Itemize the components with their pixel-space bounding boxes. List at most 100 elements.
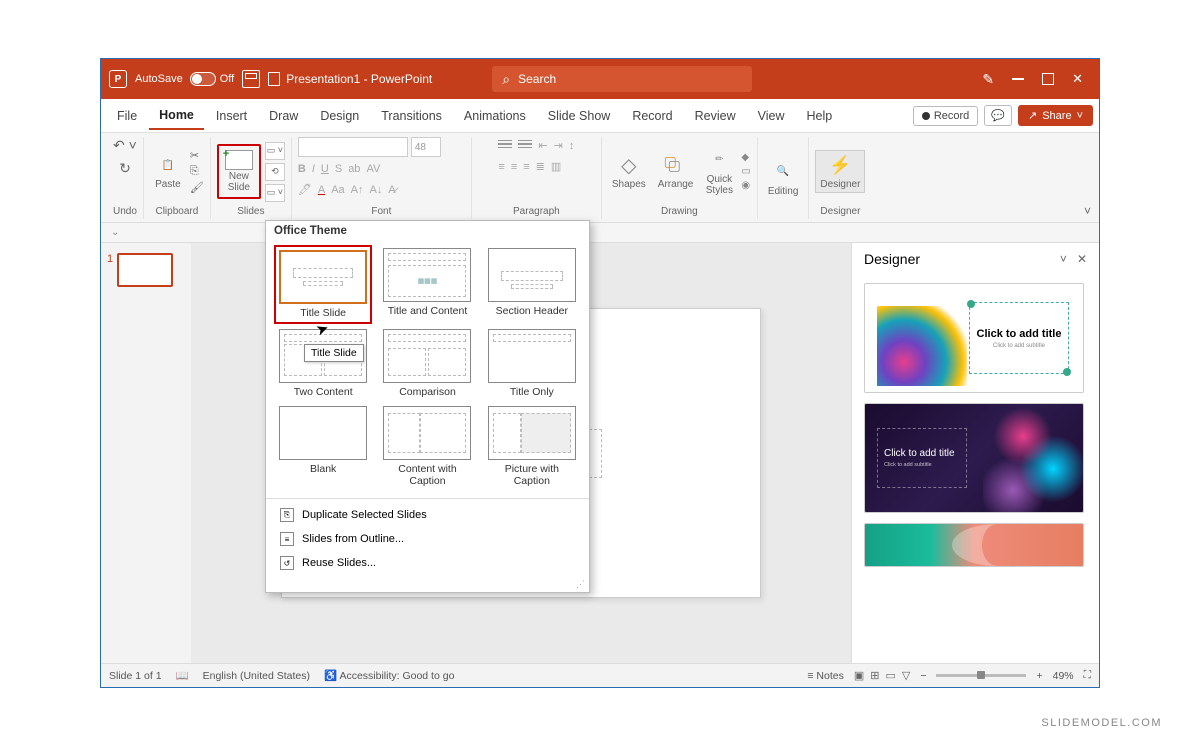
reset-button[interactable]: ⟲ (265, 163, 285, 181)
ribbon-collapse-button[interactable]: ˅ (1084, 204, 1091, 218)
menu-animations[interactable]: Animations (454, 103, 536, 129)
workarea: 1 title Designer ˅ ✕ Click to ad (101, 243, 1099, 663)
shapes-label: Shapes (612, 179, 646, 190)
duplicate-slides-action[interactable]: ⎘Duplicate Selected Slides (266, 503, 589, 527)
design-idea-3[interactable] (864, 523, 1084, 567)
designer-collapse-icon[interactable]: ˅ (1060, 252, 1067, 266)
undo-icon[interactable]: ↶ ˅ (113, 137, 137, 154)
spellcheck-icon[interactable]: 📖 (176, 669, 189, 682)
notes-button[interactable]: ≡ Notes (807, 670, 843, 682)
accessibility-indicator[interactable]: ♿ Accessibility: Good to go (324, 669, 454, 682)
cut-icon[interactable]: ✂ (190, 149, 204, 162)
new-slide-button[interactable]: New Slide (221, 148, 257, 195)
design-idea-2[interactable]: Click to add title Click to add subtitle (864, 403, 1084, 513)
design-idea-1[interactable]: Click to add title Click to add subtitle (864, 283, 1084, 393)
layout-section-header[interactable]: Section Header (483, 245, 581, 324)
menu-draw[interactable]: Draw (259, 103, 308, 129)
font-name-input[interactable] (298, 137, 408, 157)
font-color-button[interactable]: A (318, 184, 325, 196)
align-left-button[interactable]: ≡ (498, 161, 504, 173)
shadow-button[interactable]: ab (348, 163, 360, 175)
numbering-button[interactable] (518, 140, 532, 152)
menu-insert[interactable]: Insert (206, 103, 257, 129)
menu-help[interactable]: Help (796, 103, 842, 129)
zoom-level[interactable]: 49% (1053, 670, 1074, 682)
underline-button[interactable]: U (321, 163, 329, 175)
layout-title-only[interactable]: Title Only (483, 326, 581, 401)
italic-button[interactable]: I (312, 163, 315, 175)
autosave-toggle[interactable]: AutoSave Off (135, 72, 234, 86)
bold-button[interactable]: B (298, 163, 306, 175)
save-icon[interactable] (242, 70, 260, 88)
zoom-slider[interactable] (936, 674, 1026, 677)
designer-button[interactable]: Designer (815, 150, 865, 193)
format-painter-icon[interactable]: 🖌 (190, 181, 204, 194)
indent-inc-button[interactable]: ⇥ (554, 139, 563, 152)
toggle-switch[interactable] (190, 72, 216, 86)
slides-from-outline-action[interactable]: ≡Slides from Outline... (266, 527, 589, 551)
case-button[interactable]: Aa (331, 184, 344, 196)
align-center-button[interactable]: ≡ (511, 161, 517, 173)
fit-button[interactable]: ⛶ (1084, 669, 1091, 682)
menu-home[interactable]: Home (149, 102, 204, 130)
designer-close-icon[interactable]: ✕ (1077, 252, 1087, 266)
shapes-button[interactable]: Shapes (608, 151, 650, 192)
minimize-button[interactable] (1012, 78, 1024, 80)
layout-title-slide[interactable]: Title Slide (274, 245, 372, 324)
highlight-button[interactable]: 🖊 (298, 183, 312, 196)
layout-content-caption[interactable]: Content with Caption (378, 403, 476, 490)
resize-grip[interactable]: ⋰ (266, 579, 589, 592)
paste-button[interactable]: 📋 Paste (150, 151, 186, 192)
quick-styles-button[interactable]: ✏Quick Styles (701, 146, 737, 198)
clear-format-button[interactable]: A̷ (388, 184, 395, 196)
toolstrip-chevron[interactable]: ⌄ (111, 227, 119, 238)
layout-comparison[interactable]: Comparison (378, 326, 476, 401)
comments-button[interactable]: 💬 (984, 105, 1012, 126)
align-right-button[interactable]: ≡ (523, 161, 529, 173)
menu-file[interactable]: File (107, 103, 147, 129)
spacing-button[interactable]: AV (366, 163, 380, 175)
normal-view-button[interactable]: ▣ (854, 669, 864, 682)
close-button[interactable] (1072, 71, 1083, 87)
search-bar[interactable]: Search (492, 66, 752, 92)
layout-blank[interactable]: Blank (274, 403, 372, 490)
zoom-in-button[interactable]: + (1036, 670, 1042, 682)
redo-icon[interactable]: ↻ (119, 160, 131, 177)
menu-review[interactable]: Review (685, 103, 746, 129)
pen-icon[interactable] (982, 71, 994, 88)
menu-record[interactable]: Record (622, 103, 682, 129)
indent-dec-button[interactable]: ⇤ (538, 139, 547, 152)
slide-thumbnail-1[interactable] (117, 253, 173, 287)
maximize-button[interactable] (1042, 73, 1054, 85)
grow-font-button[interactable]: A↑ (351, 184, 364, 196)
share-button[interactable]: ↗ Share ˅ (1018, 105, 1093, 126)
menu-design[interactable]: Design (310, 103, 369, 129)
shape-outline-button[interactable]: ▭ (741, 166, 750, 177)
font-size-input[interactable]: 48 (411, 137, 441, 157)
sorter-view-button[interactable]: ⊞ (870, 669, 879, 682)
reading-view-button[interactable]: ▭ (885, 669, 895, 682)
shrink-font-button[interactable]: A↓ (370, 184, 383, 196)
menu-view[interactable]: View (748, 103, 795, 129)
bullets-button[interactable] (498, 140, 512, 152)
menu-transitions[interactable]: Transitions (371, 103, 452, 129)
language-indicator[interactable]: English (United States) (203, 670, 310, 682)
layout-picture-caption[interactable]: Picture with Caption (483, 403, 581, 490)
layout-title-content[interactable]: ▦▦▦ Title and Content (378, 245, 476, 324)
editing-button[interactable]: 🔍Editing (764, 158, 803, 199)
copy-icon[interactable]: ⎘ (190, 165, 204, 178)
section-button[interactable]: ▭ ˅ (265, 184, 285, 202)
shape-effects-button[interactable]: ◉ (741, 180, 750, 191)
menu-slideshow[interactable]: Slide Show (538, 103, 621, 129)
reuse-slides-action[interactable]: ↺Reuse Slides... (266, 551, 589, 575)
slideshow-view-button[interactable]: ▽ (902, 669, 910, 682)
strike-button[interactable]: S (335, 163, 342, 175)
justify-button[interactable]: ≣ (536, 160, 545, 173)
zoom-out-button[interactable]: − (920, 670, 926, 682)
arrange-button[interactable]: Arrange (654, 151, 698, 192)
layout-button[interactable]: ▭ ˅ (265, 142, 285, 160)
record-button[interactable]: Record (913, 106, 978, 126)
line-spacing-button[interactable]: ↕ (569, 140, 575, 152)
shape-fill-button[interactable]: ◆ (741, 152, 750, 163)
columns-button[interactable]: ▥ (551, 160, 561, 173)
